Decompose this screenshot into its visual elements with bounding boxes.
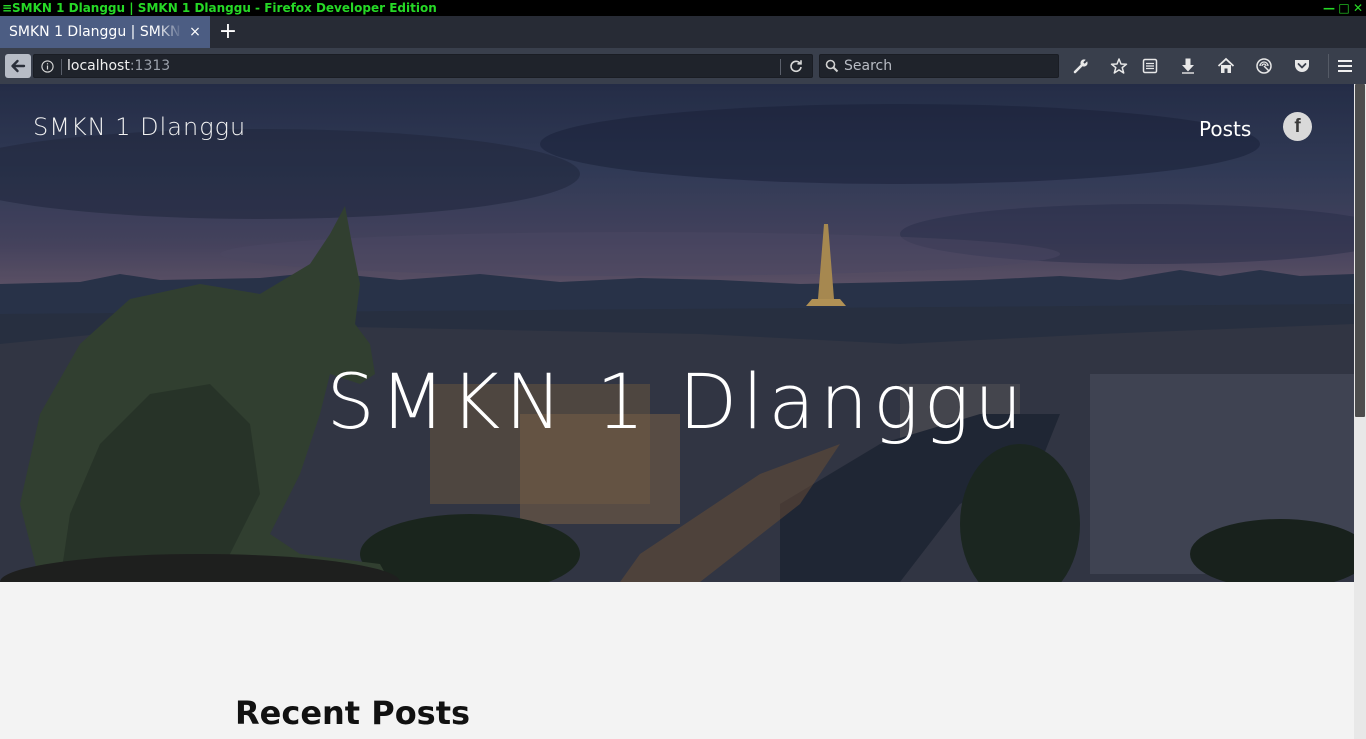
tab-strip: SMKN 1 Dlanggu | SMKN 1 Dlanggu × + (0, 16, 1366, 48)
reload-icon[interactable] (788, 58, 804, 74)
window-titlebar: ≡ SMKN 1 Dlanggu | SMKN 1 Dlanggu - Fire… (0, 0, 1366, 16)
url-host: localhost (67, 58, 130, 74)
url-separator-right (780, 59, 781, 75)
url-bar[interactable]: localhost:1313 (33, 54, 813, 78)
window-title: SMKN 1 Dlanggu | SMKN 1 Dlanggu - Firefo… (12, 1, 437, 15)
url-port: :1313 (129, 58, 171, 74)
download-icon[interactable] (1179, 57, 1197, 75)
url-text[interactable]: localhost:1313 (67, 55, 170, 77)
site-brand-link[interactable]: SMKN 1 Dlanggu (33, 113, 246, 141)
nav-toolbar: localhost:1313 (0, 48, 1366, 84)
new-tab-button[interactable]: + (216, 16, 240, 48)
search-icon (825, 59, 839, 73)
url-separator (61, 59, 62, 75)
main-content: Recent Posts (0, 582, 1354, 739)
toolbar-separator (1328, 54, 1329, 78)
developer-icon[interactable] (1255, 57, 1273, 75)
info-icon[interactable] (41, 60, 54, 73)
facebook-button[interactable]: f (1283, 112, 1312, 141)
bookmark-star-icon[interactable] (1110, 57, 1128, 75)
tab-label: SMKN 1 Dlanggu | SMKN 1 Dlanggu (9, 24, 183, 40)
home-icon[interactable] (1217, 57, 1235, 75)
window-menu-icon[interactable]: ≡ (2, 0, 12, 16)
reader-list-icon[interactable] (1141, 57, 1159, 75)
hero-overlay (0, 84, 1354, 582)
page-viewport: SMKN 1 Dlanggu Posts f SMKN 1 Dlanggu Re… (0, 84, 1366, 739)
back-button[interactable] (5, 54, 31, 78)
close-window-button[interactable]: ✕ (1352, 0, 1364, 16)
hamburger-menu-icon[interactable] (1336, 57, 1354, 75)
scrollbar-thumb[interactable] (1355, 84, 1365, 417)
pocket-icon[interactable] (1293, 57, 1311, 75)
tab-close-button[interactable]: × (188, 16, 202, 48)
tab-active[interactable]: SMKN 1 Dlanggu | SMKN 1 Dlanggu × (0, 16, 210, 48)
search-bar[interactable] (819, 54, 1059, 78)
nav-link-posts[interactable]: Posts (1199, 117, 1251, 141)
facebook-icon: f (1294, 116, 1301, 137)
minimize-button[interactable]: — (1323, 0, 1335, 16)
wrench-icon[interactable] (1072, 57, 1090, 75)
back-arrow-icon (11, 59, 26, 73)
hero-banner: SMKN 1 Dlanggu Posts f SMKN 1 Dlanggu (0, 84, 1354, 582)
search-input[interactable] (844, 56, 1054, 76)
recent-posts-heading: Recent Posts (235, 694, 471, 732)
hero-title: SMKN 1 Dlanggu (326, 357, 1028, 446)
maximize-button[interactable]: □ (1338, 0, 1350, 16)
